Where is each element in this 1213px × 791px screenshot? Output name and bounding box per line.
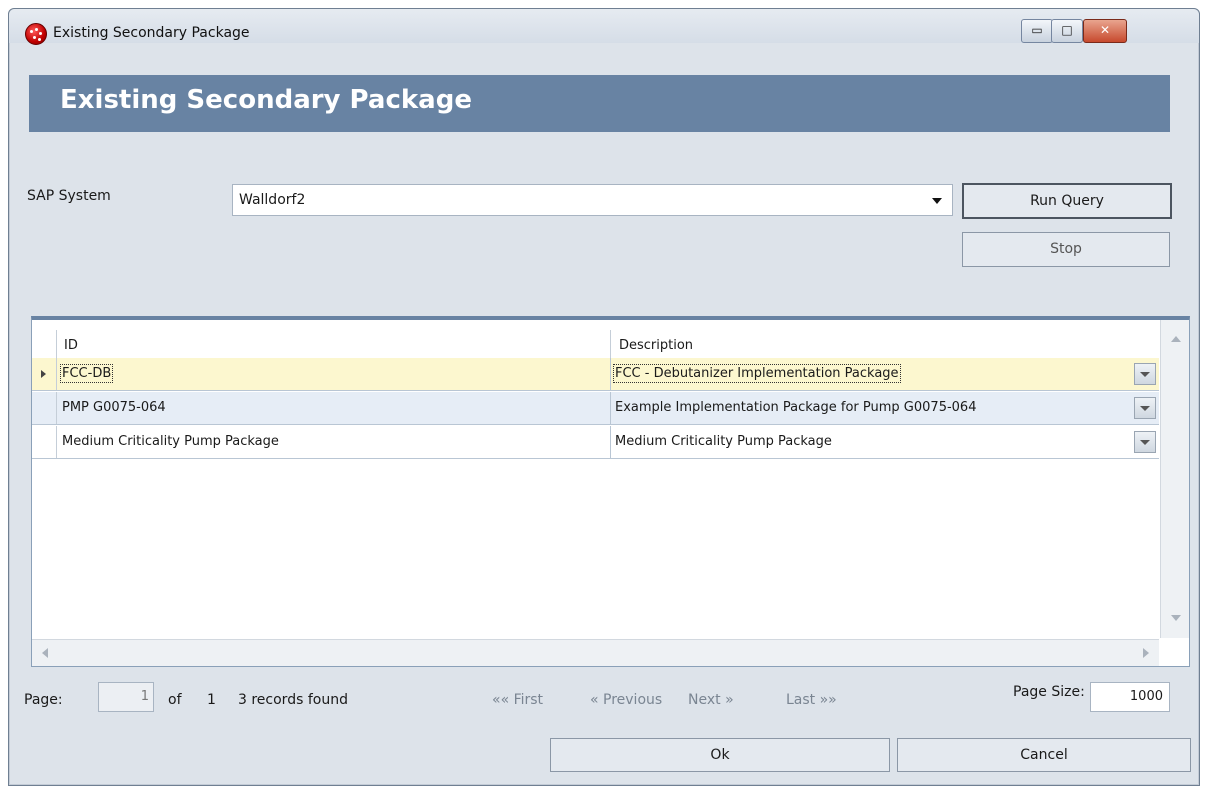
row-selector[interactable] [32,392,57,424]
column-header-description[interactable]: Description [619,338,693,353]
row-dropdown-button[interactable] [1134,363,1156,385]
records-count: 3 records found [238,692,348,708]
sap-system-value: Walldorf2 [239,192,306,208]
next-page-link[interactable]: Next » [688,692,734,708]
page-title: Existing Secondary Package [60,85,472,115]
grid-header: ID Description [32,330,1159,359]
cell-id[interactable]: PMP G0075-064 [62,400,166,415]
column-divider [610,426,611,458]
header-banner: Existing Secondary Package [29,75,1170,132]
run-query-button[interactable]: Run Query [962,183,1172,219]
column-divider [610,392,611,424]
column-divider [610,330,611,358]
table-row[interactable]: FCC-DB FCC - Debutanizer Implementation … [32,358,1159,391]
row-selector-header [32,330,57,358]
scroll-up-icon[interactable] [1171,336,1181,342]
results-grid: ID Description FCC-DB FCC - Debutanizer … [31,316,1190,667]
previous-page-link[interactable]: « Previous [590,692,662,708]
scroll-down-icon[interactable] [1171,615,1181,621]
of-label: of [168,692,182,708]
cell-description[interactable]: Medium Criticality Pump Package [615,434,832,449]
scroll-right-icon[interactable] [1143,648,1149,658]
page-label: Page: [24,692,63,708]
cell-id[interactable]: FCC-DB [59,364,114,383]
window-title: Existing Secondary Package [53,25,250,41]
column-divider [610,358,611,390]
total-pages: 1 [207,692,216,708]
page-size-input[interactable]: 1000 [1090,682,1170,712]
row-dropdown-button[interactable] [1134,431,1156,453]
title-bar: Existing Secondary Package ▭ □ ✕ [9,9,1199,45]
chevron-down-icon [932,198,942,204]
stop-button[interactable]: Stop [962,232,1170,267]
page-size-label: Page Size: [1013,684,1085,700]
maximize-button[interactable]: □ [1051,19,1083,43]
app-icon [25,23,47,45]
ok-button[interactable]: Ok [550,738,890,772]
horizontal-scrollbar[interactable] [32,639,1159,666]
column-header-id[interactable]: ID [64,338,78,353]
sap-system-select[interactable]: Walldorf2 [232,184,953,216]
cell-id[interactable]: Medium Criticality Pump Package [62,434,279,449]
minimize-button[interactable]: ▭ [1021,19,1053,43]
scroll-left-icon[interactable] [42,648,48,658]
vertical-scrollbar[interactable] [1160,320,1189,638]
page-number-input[interactable]: 1 [98,682,154,712]
current-row-arrow-icon [41,370,46,378]
close-button[interactable]: ✕ [1083,19,1127,43]
cell-description[interactable]: FCC - Debutanizer Implementation Package [613,364,901,383]
row-dropdown-button[interactable] [1134,397,1156,419]
sap-system-label: SAP System [27,188,111,204]
cell-description[interactable]: Example Implementation Package for Pump … [615,400,976,415]
row-selector[interactable] [32,426,57,458]
table-row[interactable]: Medium Criticality Pump Package Medium C… [32,426,1159,459]
cancel-button[interactable]: Cancel [897,738,1191,772]
last-page-link[interactable]: Last »» [786,692,837,708]
row-selector[interactable] [32,358,57,390]
first-page-link[interactable]: «« First [492,692,543,708]
table-row[interactable]: PMP G0075-064 Example Implementation Pac… [32,392,1159,425]
